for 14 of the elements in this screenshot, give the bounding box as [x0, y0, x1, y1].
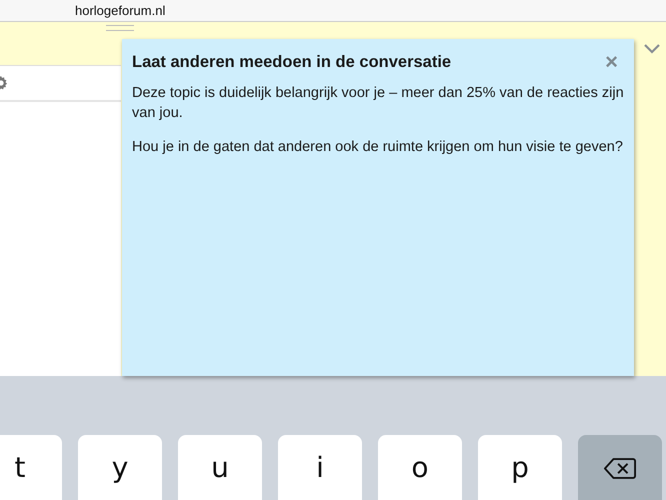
letter-key[interactable]: o	[378, 435, 462, 500]
url-text: horlogeforum.nl	[75, 3, 166, 18]
letter-key[interactable]: y	[78, 435, 162, 500]
letter-key[interactable]: p	[478, 435, 562, 500]
popup-paragraph: Deze topic is duidelijk belangrijk voor je – meer dan 25% van de reacties zijn van jou.	[132, 84, 624, 123]
letter-key[interactable]: i	[278, 435, 362, 500]
chevron-down-icon[interactable]	[644, 44, 660, 54]
letter-key[interactable]: u	[178, 435, 262, 500]
popup-title: Laat anderen meedoen in de conversatie	[132, 52, 452, 72]
backspace-icon	[604, 457, 636, 480]
backspace-key[interactable]	[578, 435, 662, 500]
popup-paragraph: Hou je in de gaten dat anderen ook de ruimte krijgen om hun visie te geven?	[132, 138, 624, 157]
letter-key[interactable]: t	[0, 435, 62, 500]
drag-handle[interactable]	[106, 25, 134, 31]
